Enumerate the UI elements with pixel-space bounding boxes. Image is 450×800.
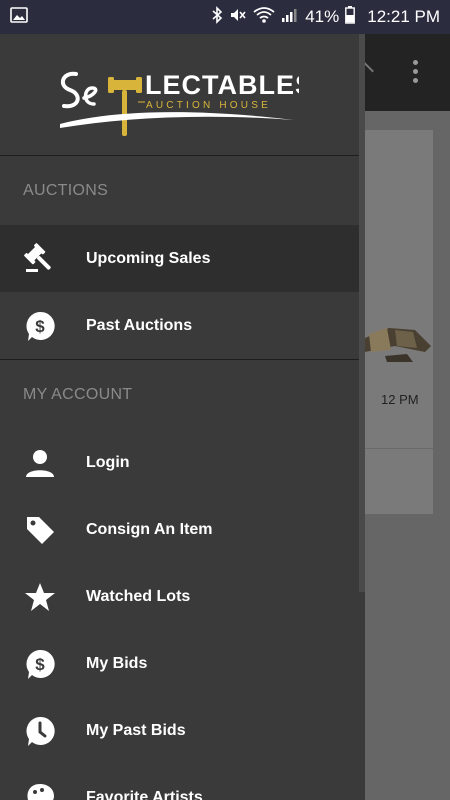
background-card: 12 PM [365,130,433,514]
lot-thumbnail [365,328,431,362]
svg-text:$: $ [35,655,45,674]
menu-item-label: Upcoming Sales [86,249,211,267]
section-label-my-account: MY ACCOUNT [23,386,133,403]
menu-item-label: Consign An Item [86,520,213,538]
menu-item-my-past-bids[interactable]: My Past Bids [0,697,359,764]
background-toolbar [365,34,450,111]
selectables-logo: LECTABLES AUCTION HOUSE [60,70,299,136]
status-bar: 41% 12:21 PM [0,0,450,34]
menu-item-watched-lots[interactable]: Watched Lots [0,563,359,630]
dollar-bubble-icon: $ [24,310,56,342]
lot-time: 12 PM [381,392,419,407]
menu-item-upcoming-sales[interactable]: Upcoming Sales [0,225,359,292]
star-icon [24,581,56,613]
drawer-scrollbar[interactable] [359,34,365,592]
navigation-drawer: LECTABLES AUCTION HOUSE AUCTIONS Upcomin… [0,34,365,800]
mute-icon [229,6,247,29]
gallery-notification-icon [10,6,28,28]
menu-item-label: Watched Lots [86,587,191,605]
menu-item-my-bids[interactable]: $ My Bids [0,630,359,697]
menu-item-past-auctions[interactable]: $ Past Auctions [0,292,359,359]
battery-percent: 41% [305,7,340,26]
more-options-icon [413,60,419,83]
section-label-auctions: AUCTIONS [23,182,109,199]
background-app: 12 PM [365,34,450,800]
dollar-bubble-icon: $ [24,648,56,680]
menu-item-favorite-artists[interactable]: Favorite Artists [0,764,359,800]
wifi-icon [253,6,275,29]
menu-item-login[interactable]: Login [0,429,359,496]
battery-icon [345,5,356,29]
gavel-icon [24,242,56,275]
signal-icon [281,7,297,28]
svg-text:$: $ [35,317,45,336]
clock-bubble-icon [24,715,56,747]
svg-text:LECTABLES: LECTABLES [145,70,299,100]
tag-icon [24,514,56,546]
menu-item-label: Favorite Artists [86,788,203,800]
status-time: 12:21 PM [367,7,440,26]
section-divider [0,359,359,360]
menu-item-consign[interactable]: Consign An Item [0,496,359,563]
drawer-header: LECTABLES AUCTION HOUSE [0,34,359,156]
menu-item-label: My Bids [86,654,148,672]
svg-text:AUCTION HOUSE: AUCTION HOUSE [146,100,271,111]
menu-item-label: Past Auctions [86,316,193,334]
chevron-icon [365,61,374,81]
palette-icon [24,782,56,800]
card-divider [365,448,433,449]
bluetooth-icon [211,5,223,29]
menu-item-label: Login [86,453,130,471]
person-icon [24,447,56,479]
menu-item-label: My Past Bids [86,721,186,739]
